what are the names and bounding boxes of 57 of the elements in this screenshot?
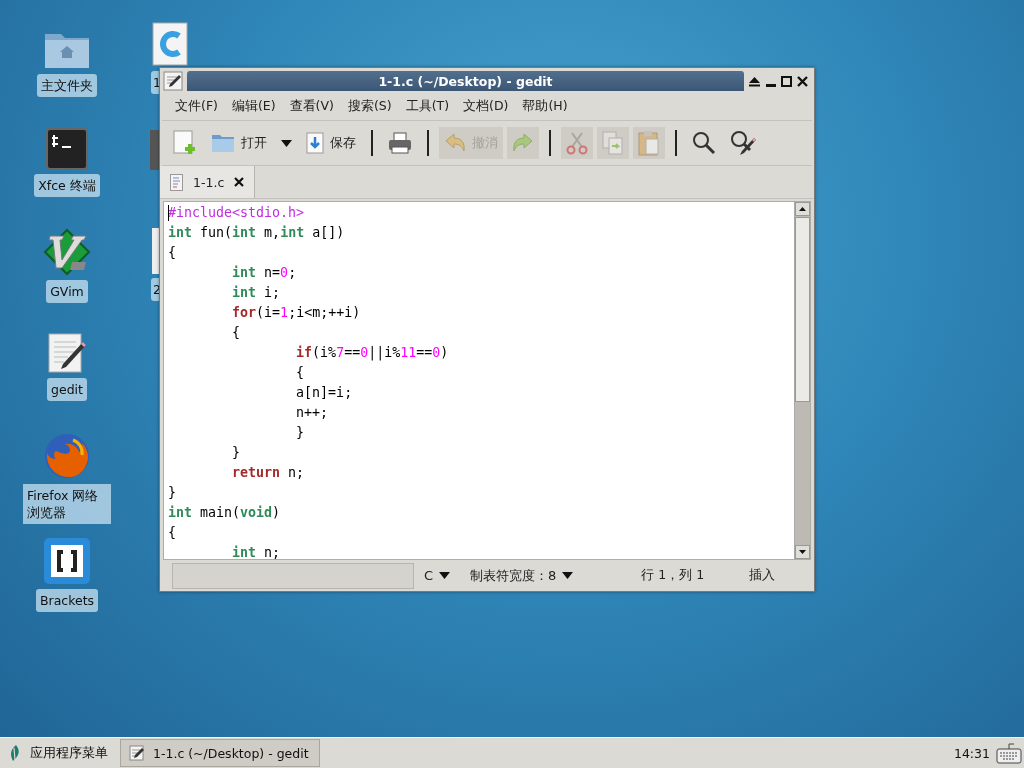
clock[interactable]: 14:31 xyxy=(953,745,990,761)
undo-icon xyxy=(444,133,466,153)
menu-item[interactable]: 工具(T) xyxy=(398,94,456,118)
caret-icon xyxy=(281,139,292,147)
leaf-icon xyxy=(8,744,22,762)
app-icon xyxy=(150,130,160,170)
applications-menu-button[interactable]: 应用程序菜单 xyxy=(0,739,116,767)
keyboard-icon[interactable] xyxy=(996,742,1022,764)
scrollbar[interactable] xyxy=(794,202,810,559)
close-icon[interactable] xyxy=(797,75,808,87)
icon-label[interactable]: Firefox 网络浏览器 xyxy=(23,484,111,524)
terminal-icon xyxy=(46,128,88,170)
folder-icon xyxy=(211,133,235,153)
shade-icon[interactable] xyxy=(748,75,761,87)
scroll-down-arrow-icon[interactable] xyxy=(799,550,806,554)
toolbar-button[interactable]: 保存 xyxy=(301,127,361,159)
caret-icon xyxy=(562,572,574,579)
document-icon xyxy=(170,173,183,191)
brackets-logo-icon xyxy=(43,537,91,585)
copy-icon xyxy=(602,131,624,155)
icon-label[interactable]: gedit xyxy=(47,378,87,401)
toolbar-button[interactable]: 打开 xyxy=(206,127,272,159)
menu-item[interactable]: 文档(D) xyxy=(456,94,516,118)
icon-label[interactable]: 主文件夹 xyxy=(37,74,97,97)
insert-mode: 插入 xyxy=(749,567,776,584)
globe-fox-icon xyxy=(43,432,91,480)
menu-item[interactable]: 文件(F) xyxy=(168,94,225,118)
vim-logo-icon xyxy=(42,228,92,276)
menu-item[interactable]: 搜索(S) xyxy=(340,94,399,118)
language-dropdown[interactable]: C xyxy=(414,562,461,589)
printer-icon xyxy=(388,132,412,154)
scroll-up-arrow-icon[interactable] xyxy=(799,207,806,211)
menu-item[interactable]: 编辑(E) xyxy=(224,94,283,118)
text-editor-icon xyxy=(129,745,145,761)
caret-icon xyxy=(439,572,451,579)
tab-width-dropdown[interactable]: 制表符宽度：8 xyxy=(460,562,584,589)
maximize-icon[interactable] xyxy=(781,75,792,87)
document-tab[interactable]: 1-1.c xyxy=(160,166,256,198)
menu-item[interactable]: 查看(V) xyxy=(282,94,341,118)
close-tab-icon[interactable] xyxy=(234,177,245,187)
icon-label[interactable]: Brackets xyxy=(35,589,99,612)
icon-label[interactable]: Xfce 终端 xyxy=(34,174,100,197)
window-title: 1-1.c (~/Desktop) - gedit xyxy=(187,71,744,91)
search-replace-icon xyxy=(730,130,756,156)
cursor-position: 行 1，列 1 xyxy=(641,567,705,584)
new-document-icon xyxy=(173,130,197,156)
text-editor-icon[interactable] xyxy=(163,71,183,91)
search-icon xyxy=(692,131,716,155)
icon-label[interactable]: GVim xyxy=(46,280,88,303)
clipboard-icon xyxy=(638,130,660,156)
save-icon xyxy=(306,132,324,154)
c-file-icon xyxy=(152,22,188,66)
menu-item[interactable]: 帮助(H) xyxy=(515,94,575,118)
redo-icon xyxy=(512,133,534,153)
text-editor-icon xyxy=(47,332,87,374)
scissors-icon xyxy=(566,131,588,155)
taskbar-window-button[interactable]: 1-1.c (~/Desktop) - gedit xyxy=(120,739,320,767)
